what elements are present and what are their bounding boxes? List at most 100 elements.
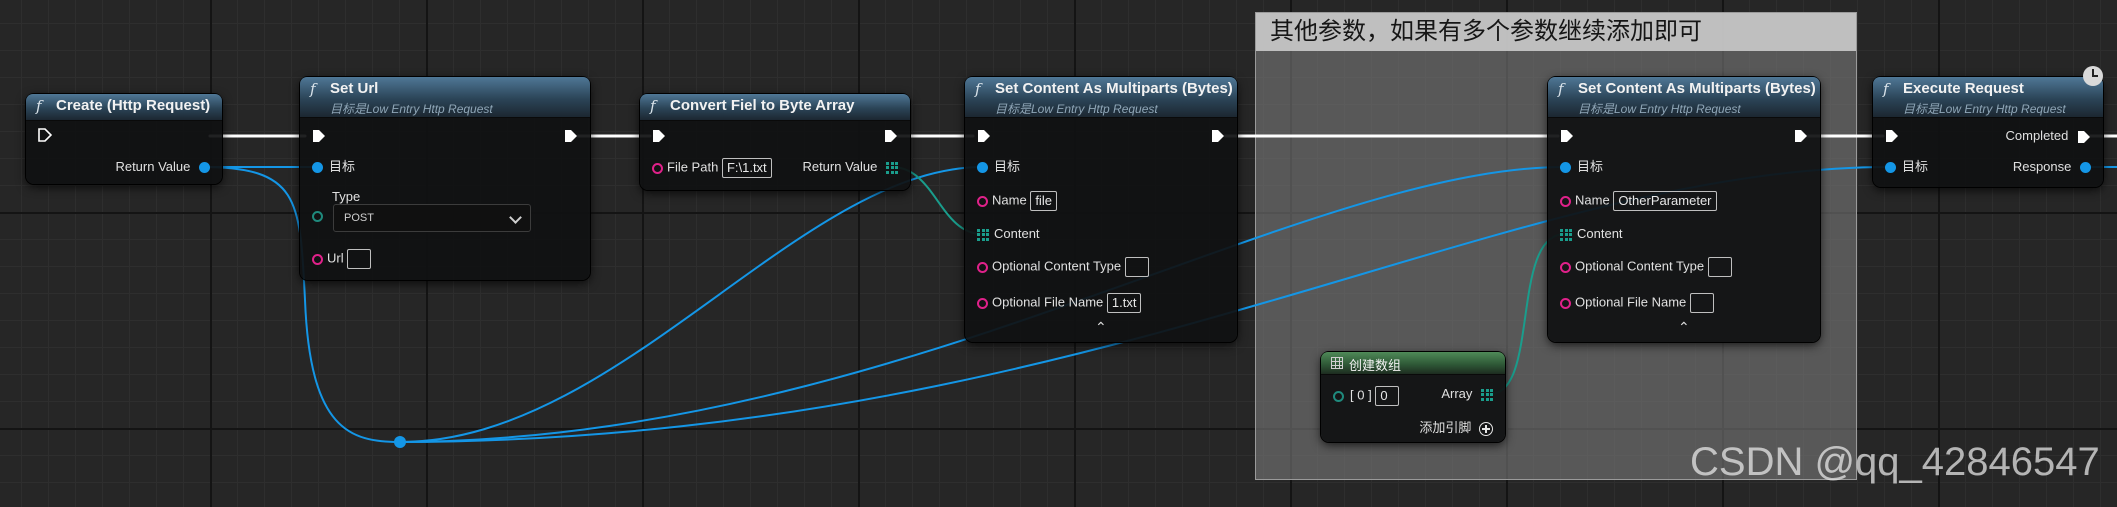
pin-content[interactable]: Content [1560, 225, 1623, 243]
pin-label: File Path [667, 159, 719, 175]
object-pin-icon[interactable] [1560, 162, 1571, 174]
pin-label: Optional Content Type [992, 258, 1122, 274]
node-make-array[interactable]: 创建数组 [ 0 ] 0 Array 添加引脚 [1321, 352, 1505, 442]
exec-out-pin-icon[interactable] [1794, 129, 1808, 143]
byte-array-pin-icon[interactable] [977, 228, 989, 241]
pin-url[interactable]: Url [312, 249, 372, 269]
node-execute-request[interactable]: f Execute Request 目标是Low Entry Http Requ… [1873, 77, 2103, 187]
pin-return-value[interactable]: Return Value [115, 158, 210, 176]
byte-array-pin-icon[interactable] [1560, 228, 1572, 241]
function-icon: f [36, 97, 42, 115]
pin-array[interactable]: Array [1441, 385, 1493, 403]
make-array-icon [1331, 357, 1343, 369]
pin-target[interactable]: 目标 [1560, 158, 1603, 176]
exec-in-pin-icon[interactable] [652, 129, 666, 143]
byte-array-pin-icon[interactable] [1481, 388, 1493, 401]
byte-array-pin-icon[interactable] [886, 161, 898, 174]
exec-out-pin-icon[interactable] [1211, 129, 1225, 143]
node-subtitle: 目标是Low Entry Http Request [330, 102, 493, 116]
node-header[interactable]: f Set Content As Multiparts (Bytes) 目标是L… [965, 77, 1237, 118]
exec-out-pin-icon[interactable] [564, 129, 578, 143]
string-pin-icon[interactable] [652, 162, 663, 174]
pin-return-value[interactable]: Return Value [802, 158, 898, 176]
exec-in-pin-icon[interactable] [1885, 129, 1899, 143]
string-pin-icon[interactable] [977, 261, 988, 273]
enum-pin-icon[interactable] [312, 211, 323, 222]
exec-out-pin-icon[interactable] [2077, 130, 2091, 144]
collapse-arrow-icon[interactable]: ⌃ [1095, 319, 1107, 336]
object-pin-icon[interactable] [199, 162, 210, 174]
add-pin-label: 添加引脚 [1419, 420, 1472, 435]
pin-label: Optional File Name [1575, 294, 1687, 310]
pin-target[interactable]: 目标 [1885, 158, 1928, 176]
node-title: Create (Http Request) [56, 97, 211, 114]
pin-name[interactable]: Name OtherParameter [1560, 191, 1717, 211]
node-set-content-multiparts-1[interactable]: f Set Content As Multiparts (Bytes) 目标是L… [965, 77, 1237, 342]
reroute-node [394, 436, 406, 448]
pin-label: 目标 [1577, 159, 1604, 174]
type-dropdown[interactable]: POST [333, 204, 531, 232]
pin-target[interactable]: 目标 [312, 158, 355, 176]
pin-content[interactable]: Content [977, 225, 1040, 243]
pin-response[interactable]: Response [2013, 158, 2091, 176]
index-0-input[interactable]: 0 [1375, 386, 1400, 406]
string-pin-icon[interactable] [977, 297, 988, 309]
object-pin-icon[interactable] [2080, 162, 2091, 174]
node-convert-file-to-byte-array[interactable]: f Convert Fiel to Byte Array File Path F… [640, 94, 910, 190]
pin-completed[interactable]: Completed [2006, 127, 2092, 145]
pin-optional-file-name[interactable]: Optional File Name [1560, 293, 1714, 313]
pin-optional-file-name[interactable]: Optional File Name 1.txt [977, 293, 1142, 313]
optional-file-name-input[interactable] [1689, 293, 1714, 313]
string-pin-icon[interactable] [977, 195, 988, 207]
comment-title[interactable]: 其他参数，如果有多个参数继续添加即可 [1256, 13, 1856, 51]
node-header[interactable]: f Convert Fiel to Byte Array [640, 94, 910, 121]
exec-in-pin-icon[interactable] [977, 129, 991, 143]
node-set-url[interactable]: f Set Url 目标是Low Entry Http Request 目标 T… [300, 77, 590, 280]
object-pin-icon[interactable] [977, 162, 988, 174]
watermark: CSDN @qq_42846547 [1690, 440, 2100, 484]
name-input[interactable]: file [1030, 191, 1057, 211]
pin-label: Response [2012, 159, 2072, 174]
pin-optional-content-type[interactable]: Optional Content Type [977, 257, 1149, 277]
string-pin-icon[interactable] [1560, 297, 1571, 309]
pin-index-0[interactable]: [ 0 ] 0 [1333, 386, 1400, 406]
name-input[interactable]: OtherParameter [1613, 191, 1717, 211]
function-icon: f [310, 80, 316, 98]
url-input[interactable] [347, 249, 372, 269]
string-pin-icon[interactable] [1560, 261, 1571, 273]
pin-name[interactable]: Name file [977, 191, 1057, 211]
node-header[interactable]: f Execute Request 目标是Low Entry Http Requ… [1873, 77, 2103, 118]
optional-content-type-input[interactable] [1707, 257, 1732, 277]
add-pin-icon[interactable] [1479, 421, 1493, 436]
element-pin-icon[interactable] [1333, 390, 1344, 402]
node-create-http-request[interactable]: f Create (Http Request) Return Value [26, 94, 222, 184]
chevron-down-icon [509, 211, 522, 224]
optional-file-name-input[interactable]: 1.txt [1106, 293, 1142, 313]
node-header[interactable]: f Set Content As Multiparts (Bytes) 目标是L… [1548, 77, 1820, 118]
string-pin-icon[interactable] [1560, 195, 1571, 207]
exec-in-pin-icon[interactable] [38, 128, 52, 142]
pin-label: Content [1577, 226, 1623, 241]
node-header[interactable]: f Create (Http Request) [26, 94, 222, 121]
function-icon: f [1558, 80, 1564, 98]
optional-content-type-input[interactable] [1124, 257, 1149, 277]
exec-out-pin-icon[interactable] [884, 129, 898, 143]
pin-optional-content-type[interactable]: Optional Content Type [1560, 257, 1732, 277]
string-pin-icon[interactable] [312, 253, 323, 265]
object-pin-icon[interactable] [1885, 162, 1896, 174]
node-header[interactable]: f Set Url 目标是Low Entry Http Request [300, 77, 590, 118]
object-pin-icon[interactable] [312, 162, 323, 174]
node-title: Set Url [330, 80, 379, 97]
pin-file-path[interactable]: File Path F:\1.txt [652, 158, 772, 178]
pin-label: Completed [2005, 128, 2069, 143]
add-pin-button[interactable]: 添加引脚 [1419, 419, 1493, 437]
node-set-content-multiparts-2[interactable]: f Set Content As Multiparts (Bytes) 目标是L… [1548, 77, 1820, 342]
exec-in-pin-icon[interactable] [312, 129, 326, 143]
exec-in-pin-icon[interactable] [1560, 129, 1574, 143]
function-icon: f [1883, 80, 1889, 98]
collapse-arrow-icon[interactable]: ⌃ [1678, 319, 1690, 336]
node-header[interactable]: 创建数组 [1321, 352, 1505, 375]
pin-target[interactable]: 目标 [977, 158, 1020, 176]
pin-label: Name [1575, 192, 1610, 208]
file-path-input[interactable]: F:\1.txt [721, 158, 772, 178]
